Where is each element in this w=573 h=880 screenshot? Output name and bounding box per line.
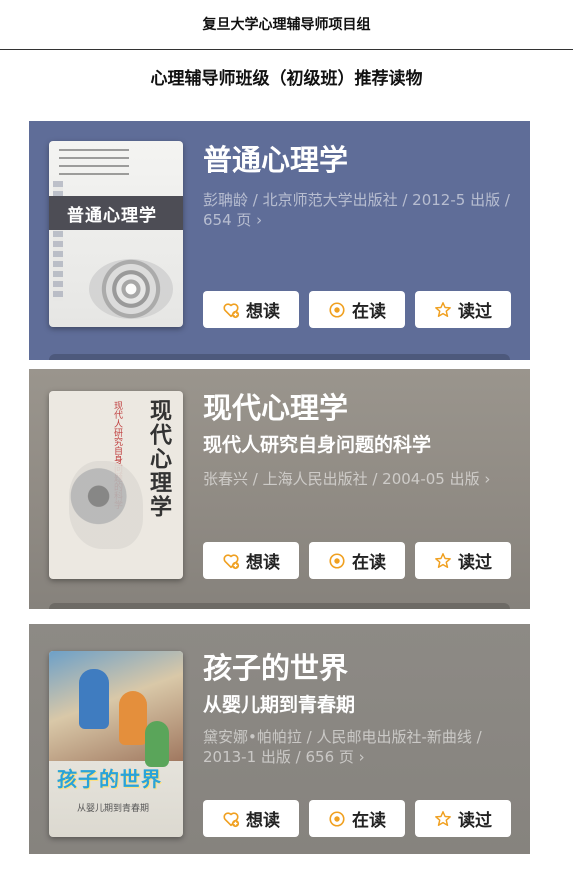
book-info: 现代心理学 现代人研究自身问题的科学 张春兴 / 上海人民出版社 / 2004-… <box>203 391 512 489</box>
book-card-modern-psychology[interactable]: 现代人研究自身问题的科学 现代心理学 现代心理学 现代人研究自身问题的科学 张春… <box>29 369 530 609</box>
star-outline-icon <box>435 810 451 826</box>
action-row: 想读 在读 读过 <box>203 542 511 579</box>
page-title: 心理辅导师班级（初级班）推荐读物 <box>150 69 423 89</box>
reading-button[interactable]: 在读 <box>309 291 405 328</box>
reading-label: 在读 <box>352 811 386 831</box>
target-circle-icon <box>329 301 345 318</box>
org-title: 复旦大学心理辅导师项目组 <box>202 17 371 33</box>
cover-subtitle: 从婴儿期到青春期 <box>77 804 150 814</box>
cover-ripple-image <box>89 259 173 319</box>
cover-decoration <box>79 669 109 729</box>
have-read-label: 读过 <box>458 553 492 573</box>
shelf-shadow <box>49 354 510 360</box>
want-to-read-label: 想读 <box>246 811 280 831</box>
target-circle-icon <box>329 552 345 569</box>
cover-decoration <box>119 691 147 745</box>
reading-label: 在读 <box>352 302 386 322</box>
book-cover[interactable]: 普通心理学 <box>49 141 183 327</box>
reading-label: 在读 <box>352 553 386 573</box>
org-header: 复旦大学心理辅导师项目组 <box>0 0 573 50</box>
shelf-shadow <box>49 603 510 609</box>
have-read-button[interactable]: 读过 <box>415 542 511 579</box>
want-to-read-button[interactable]: 想读 <box>203 800 299 837</box>
cover-title: 孩子的世界 <box>57 767 162 791</box>
reading-button[interactable]: 在读 <box>309 542 405 579</box>
action-row: 想读 在读 读过 <box>203 800 511 837</box>
cover-decoration <box>145 721 169 767</box>
book-meta-link[interactable]: 张春兴 / 上海人民出版社 / 2004-05 出版 › <box>203 469 512 489</box>
want-to-read-button[interactable]: 想读 <box>203 291 299 328</box>
have-read-label: 读过 <box>458 302 492 322</box>
book-info: 孩子的世界 从婴儿期到青春期 黛安娜•帕帕拉 / 人民邮电出版社-新曲线 / 2… <box>203 651 512 767</box>
have-read-label: 读过 <box>458 811 492 831</box>
book-subtitle: 现代人研究自身问题的科学 <box>203 433 432 456</box>
want-to-read-label: 想读 <box>246 302 280 322</box>
action-row: 想读 在读 读过 <box>203 291 511 328</box>
book-meta-link[interactable]: 彭聃龄 / 北京师范大学出版社 / 2012-5 出版 / 654 页 › <box>203 190 512 231</box>
book-cover[interactable]: 孩子的世界 从婴儿期到青春期 <box>49 651 183 837</box>
book-title[interactable]: 现代心理学 <box>203 391 512 426</box>
have-read-button[interactable]: 读过 <box>415 291 511 328</box>
have-read-button[interactable]: 读过 <box>415 800 511 837</box>
cover-title: 普通心理学 <box>67 206 157 226</box>
star-outline-icon <box>435 552 451 568</box>
target-circle-icon <box>329 810 345 827</box>
cover-decoration <box>59 149 129 179</box>
book-title[interactable]: 孩子的世界 <box>203 651 512 686</box>
reading-button[interactable]: 在读 <box>309 800 405 837</box>
cover-sketch-image <box>69 461 143 549</box>
book-card-general-psychology[interactable]: 普通心理学 普通心理学 彭聃龄 / 北京师范大学出版社 / 2012-5 出版 … <box>29 121 530 360</box>
want-to-read-button[interactable]: 想读 <box>203 542 299 579</box>
book-cover[interactable]: 现代人研究自身问题的科学 现代心理学 <box>49 391 183 579</box>
heart-plus-icon <box>223 811 240 827</box>
book-info: 普通心理学 彭聃龄 / 北京师范大学出版社 / 2012-5 出版 / 654 … <box>203 143 512 230</box>
heart-plus-icon <box>223 553 240 569</box>
book-title[interactable]: 普通心理学 <box>203 143 512 178</box>
book-subtitle: 从婴儿期到青春期 <box>203 693 356 716</box>
heart-plus-icon <box>223 302 240 318</box>
cover-title: 现代心理学 <box>146 399 172 519</box>
book-meta-link[interactable]: 黛安娜•帕帕拉 / 人民邮电出版社-新曲线 / 2013-1 出版 / 656 … <box>203 727 512 768</box>
want-to-read-label: 想读 <box>246 553 280 573</box>
book-card-childs-world[interactable]: 孩子的世界 从婴儿期到青春期 孩子的世界 从婴儿期到青春期 黛安娜•帕帕拉 / … <box>29 624 530 854</box>
star-outline-icon <box>435 301 451 317</box>
